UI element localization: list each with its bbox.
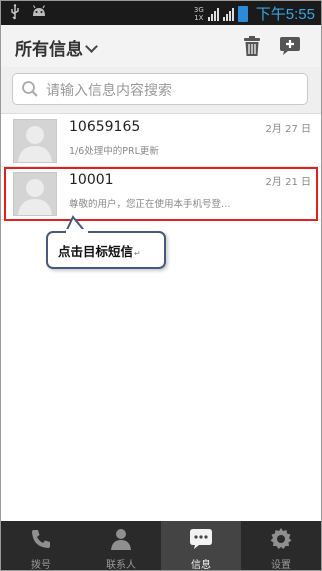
return-mark: ↵ [134,249,141,258]
annotation-text: 点击目标短信 [58,244,134,259]
message-date: 2月 27 日 [265,124,311,135]
network-type: 3G 1X [193,5,204,22]
tab-contacts[interactable]: 联系人 [81,521,161,570]
trash-icon[interactable] [241,35,263,57]
battery-icon [237,5,248,22]
signal-icon [207,7,219,21]
android-icon [32,5,46,16]
annotation-callout: 点击目标短信↵ [46,231,166,269]
search-bar: 请输入信息内容搜索 [1,67,321,114]
conversation-item[interactable]: 10659165 2月 27 日 1/6处理中的PRL更新 [1,114,321,167]
search-placeholder: 请输入信息内容搜索 [46,83,172,99]
message-snippet: 1/6处理中的PRL更新 [69,146,159,157]
folder-selector[interactable]: 所有信息 [15,35,98,60]
signal-icon-2 [222,7,234,21]
phone-screen: 3G 1X 下午5:55 所有信息 请输入信息内容搜索 10659165 2月 … [0,0,322,571]
message-icon [190,529,212,549]
gear-icon [270,528,292,549]
chevron-down-icon [85,40,98,53]
avatar [13,119,57,163]
contact-number: 10659165 [69,119,141,135]
bottom-nav: 拨号 联系人 信息 设置 [1,521,321,570]
tab-messages[interactable]: 信息 [161,521,241,570]
status-time: 下午5:55 [255,6,315,23]
app-header: 所有信息 [1,25,321,67]
search-input[interactable]: 请输入信息内容搜索 [12,73,308,105]
highlight-box [4,167,318,221]
usb-icon [11,4,19,20]
search-icon [22,81,38,97]
status-bar: 3G 1X 下午5:55 [1,1,321,25]
tab-settings[interactable]: 设置 [241,521,321,570]
page-title: 所有信息 [15,40,83,60]
phone-icon [32,530,50,548]
tab-dialer[interactable]: 拨号 [1,521,81,570]
new-message-icon[interactable] [279,35,301,57]
person-icon [111,529,131,550]
